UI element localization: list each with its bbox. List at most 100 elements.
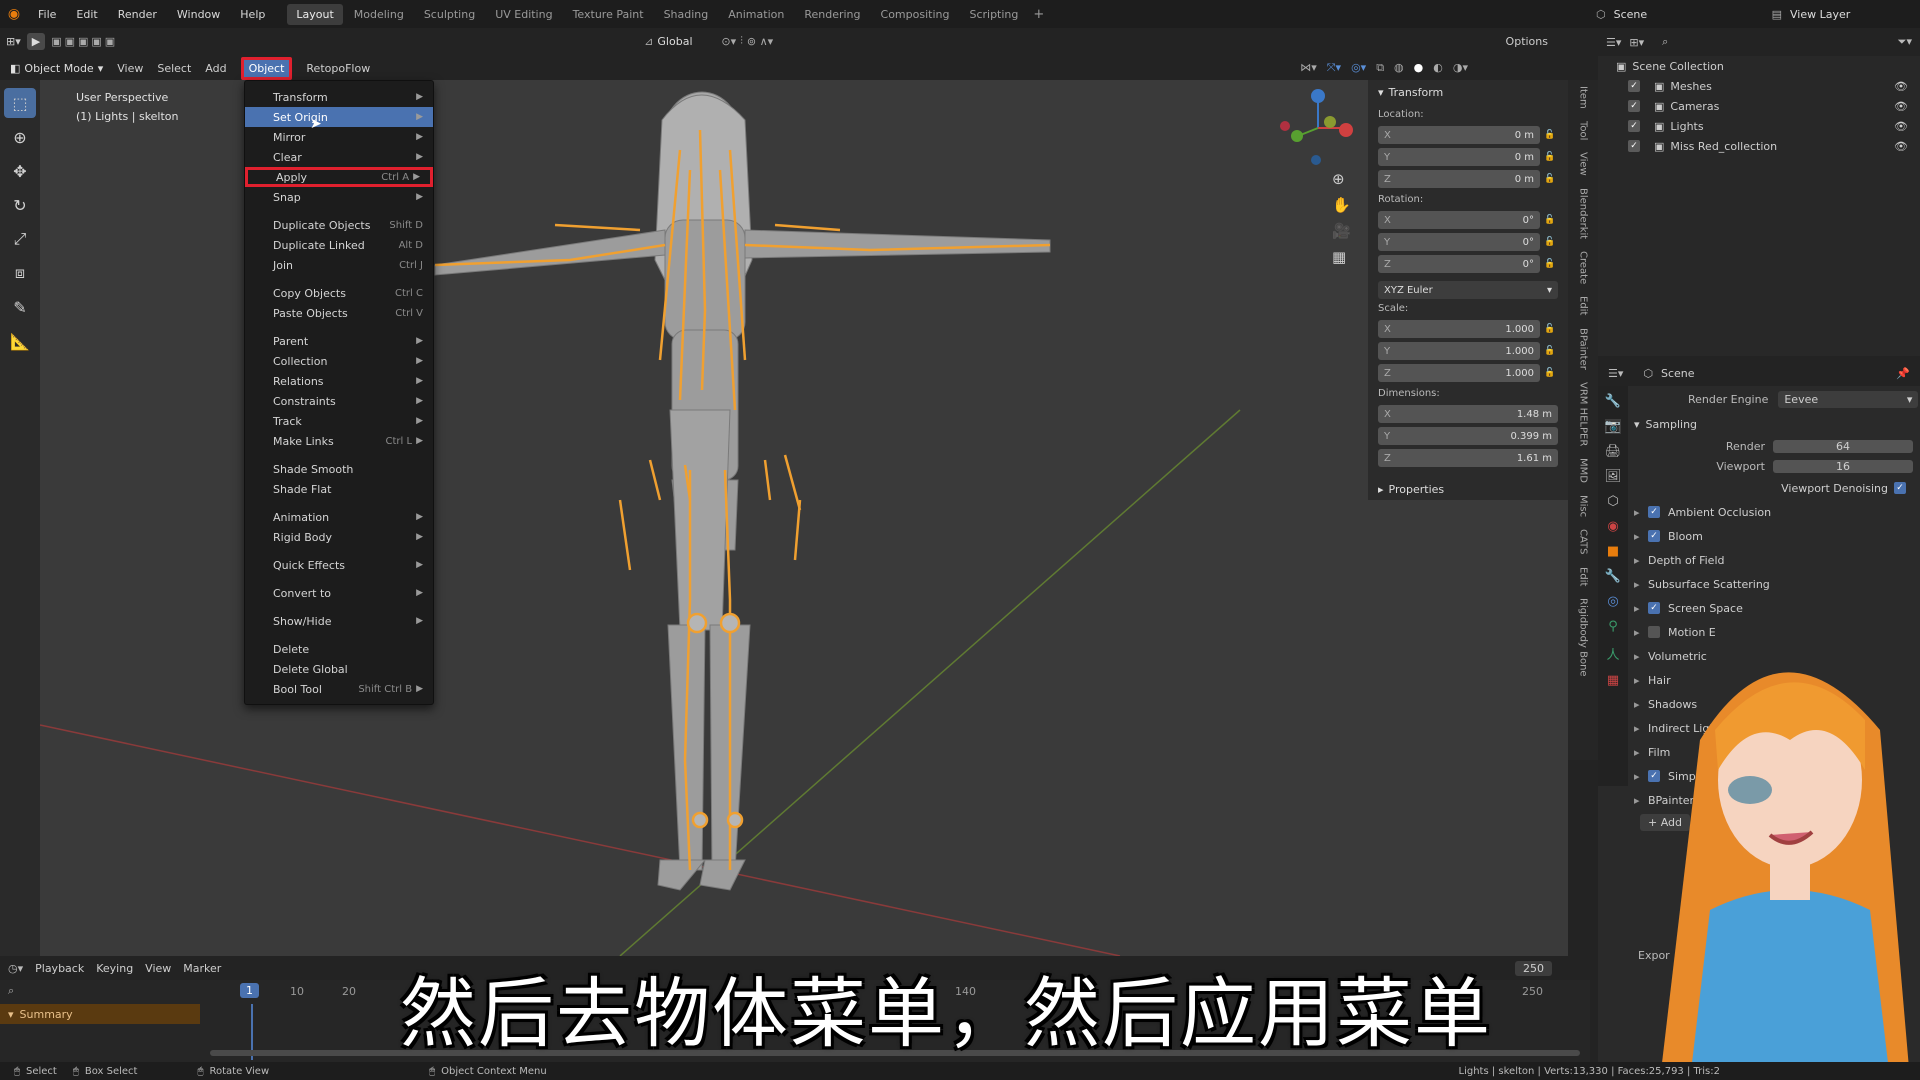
xray-icon[interactable]: ⧉ — [1376, 61, 1384, 75]
dimensions-x-field[interactable]: X 1.48 m — [1378, 405, 1558, 423]
tab-animation[interactable]: Animation — [719, 4, 793, 25]
sidebar-tab-create[interactable]: Create — [1578, 251, 1589, 284]
grid-view-icon[interactable]: ▦ — [1332, 248, 1351, 266]
menu-item-convert-to[interactable]: Convert to ▶ — [245, 583, 433, 603]
shading-solid-icon[interactable]: ● — [1414, 61, 1424, 75]
section-checkbox[interactable]: ✓ — [1648, 530, 1660, 542]
section-depth-of-field[interactable]: ▸ Depth of Field — [1628, 548, 1920, 572]
menu-item-duplicate-objects[interactable]: Duplicate Objects Shift D — [245, 215, 433, 235]
transform-orientation-dropdown[interactable]: Global — [657, 35, 717, 48]
tab-shading[interactable]: Shading — [655, 4, 718, 25]
rotation-y-field[interactable]: Y 0° — [1378, 233, 1540, 251]
render-tab-icon[interactable]: 📷 — [1604, 419, 1622, 434]
lock-icon[interactable]: 🔓 — [1544, 130, 1558, 140]
location-z-field[interactable]: Z 0 m — [1378, 170, 1540, 188]
menu-item-shade-smooth[interactable]: Shade Smooth — [245, 459, 433, 479]
snap-icon[interactable]: ⫶ — [740, 34, 743, 48]
menu-render[interactable]: Render — [108, 8, 167, 21]
menu-item-apply[interactable]: Apply Ctrl A ▶ — [245, 167, 433, 187]
checkbox-icon[interactable]: ✓ — [1628, 120, 1640, 132]
eye-icon[interactable]: 👁 — [1894, 80, 1908, 93]
menu-item-set-origin[interactable]: Set Origin ▶ — [245, 107, 433, 127]
dimensions-z-field[interactable]: Z 1.61 m — [1378, 449, 1558, 467]
tool-tab-icon[interactable]: 🔧 — [1605, 394, 1621, 409]
add-workspace-icon[interactable]: + — [1033, 7, 1044, 22]
navigation-gizmo[interactable] — [1280, 89, 1353, 165]
location-x-field[interactable]: X 0 m — [1378, 126, 1540, 144]
menu-item-snap[interactable]: Snap ▶ — [245, 187, 433, 207]
lock-icon[interactable]: 🔓 — [1544, 346, 1558, 356]
search-icon[interactable]: ⌕ — [1662, 35, 1668, 49]
menu-item-make-links[interactable]: Make Links Ctrl L ▶ — [245, 431, 433, 451]
overlay-icon[interactable]: ◎▾ — [1351, 61, 1366, 75]
shading-material-icon[interactable]: ◐ — [1433, 61, 1443, 75]
camera-view-icon[interactable]: 🎥 — [1332, 222, 1351, 240]
menu-item-parent[interactable]: Parent ▶ — [245, 331, 433, 351]
menu-item-bool-tool[interactable]: Bool Tool Shift Ctrl B ▶ — [245, 679, 433, 699]
menu-item-quick-effects[interactable]: Quick Effects ▶ — [245, 555, 433, 575]
shading-rendered-icon[interactable]: ◑▾ — [1453, 61, 1468, 75]
scale-y-field[interactable]: Y 1.000 — [1378, 342, 1540, 360]
constraint-tab-icon[interactable]: ⚲ — [1608, 619, 1618, 634]
lock-icon[interactable]: 🔓 — [1544, 368, 1558, 378]
header-menu-object[interactable]: Object — [240, 56, 293, 80]
data-tab-icon[interactable]: 人 — [1606, 644, 1619, 663]
timeline-menu-marker[interactable]: Marker — [183, 962, 221, 975]
menu-item-show-hide[interactable]: Show/Hide ▶ — [245, 611, 433, 631]
render-engine-dropdown[interactable]: Eevee ▾ — [1778, 390, 1919, 408]
rotate-icon[interactable]: ↻ — [4, 190, 36, 220]
scene-collection-label[interactable]: Scene Collection — [1632, 60, 1723, 73]
menu-item-clear[interactable]: Clear ▶ — [245, 147, 433, 167]
editor-type-icon[interactable]: ⊞▾ — [6, 35, 21, 48]
timeline-menu-keying[interactable]: Keying — [96, 962, 133, 975]
section-bloom[interactable]: ▸ ✓ Bloom — [1628, 524, 1920, 548]
tab-layout[interactable]: Layout — [287, 3, 343, 25]
viewport-denoising-checkbox[interactable]: ✓ — [1894, 482, 1906, 494]
sidebar-tab-vrm-helper[interactable]: VRM HELPER — [1578, 382, 1589, 446]
section-ambient-occlusion[interactable]: ▸ ✓ Ambient Occlusion — [1628, 500, 1920, 524]
chevron-right-icon[interactable]: ▸ — [1378, 483, 1384, 496]
tab-compositing[interactable]: Compositing — [872, 4, 959, 25]
pan-hand-icon[interactable]: ✋ — [1332, 196, 1351, 214]
tab-texture-paint[interactable]: Texture Paint — [564, 4, 653, 25]
view-layer-tab-icon[interactable]: 🖼 — [1605, 469, 1622, 484]
menu-window[interactable]: Window — [167, 8, 230, 21]
menu-item-paste-objects[interactable]: Paste Objects Ctrl V — [245, 303, 433, 323]
sidebar-tab-edit[interactable]: Edit — [1578, 296, 1589, 315]
gizmo-icon[interactable]: ⤧▾ — [1327, 61, 1341, 75]
chevron-down-icon[interactable]: ▾ — [1378, 86, 1384, 99]
outliner-item[interactable]: ✓ ▣ Meshes 👁 — [1598, 76, 1920, 96]
tab-rendering[interactable]: Rendering — [795, 4, 869, 25]
section-subsurface-scattering[interactable]: ▸ Subsurface Scattering — [1628, 572, 1920, 596]
filter-icon[interactable]: ⏷▾ — [1898, 35, 1912, 49]
header-menu-select[interactable]: Select — [157, 62, 191, 75]
lock-icon[interactable]: 🔓 — [1544, 259, 1558, 269]
lock-icon[interactable]: 🔓 — [1544, 324, 1558, 334]
sidebar-tab-mmd[interactable]: MMD — [1578, 458, 1589, 483]
menu-item-rigid-body[interactable]: Rigid Body ▶ — [245, 527, 433, 547]
select-tool-icon[interactable]: ▶ — [26, 32, 46, 50]
tab-sculpting[interactable]: Sculpting — [415, 4, 484, 25]
physics-tab-icon[interactable]: ◎ — [1607, 594, 1618, 609]
dimensions-y-field[interactable]: Y 0.399 m — [1378, 427, 1558, 445]
timeline-search-icon[interactable]: ⌕ — [8, 984, 14, 998]
header-menu-view[interactable]: View — [117, 62, 143, 75]
scale-icon[interactable]: ⤢ — [4, 224, 36, 254]
select-box-icon[interactable]: ⬚ — [4, 88, 36, 118]
menu-item-duplicate-linked[interactable]: Duplicate Linked Alt D — [245, 235, 433, 255]
transform-icon[interactable]: ⧈ — [4, 258, 36, 288]
lock-icon[interactable]: 🔓 — [1544, 237, 1558, 247]
pin-icon[interactable]: 📌 — [1896, 367, 1910, 380]
view-layer-selector[interactable]: View Layer — [1790, 8, 1920, 21]
eye-icon[interactable]: 👁 — [1894, 100, 1908, 113]
current-frame-indicator[interactable]: 1 — [240, 983, 259, 998]
properties-editor-icon[interactable]: ☰▾ — [1608, 367, 1623, 380]
timeline-editor-icon[interactable]: ◷▾ — [8, 962, 23, 975]
sidebar-tab-tool[interactable]: Tool — [1578, 121, 1589, 140]
render-samples-field[interactable]: 64 — [1773, 439, 1913, 453]
menu-item-transform[interactable]: Transform ▶ — [245, 87, 433, 107]
chevron-down-icon[interactable]: ▾ — [8, 1008, 14, 1021]
timeline-menu-view[interactable]: View — [145, 962, 171, 975]
menu-item-collection[interactable]: Collection ▶ — [245, 351, 433, 371]
menu-item-delete[interactable]: Delete — [245, 639, 433, 659]
